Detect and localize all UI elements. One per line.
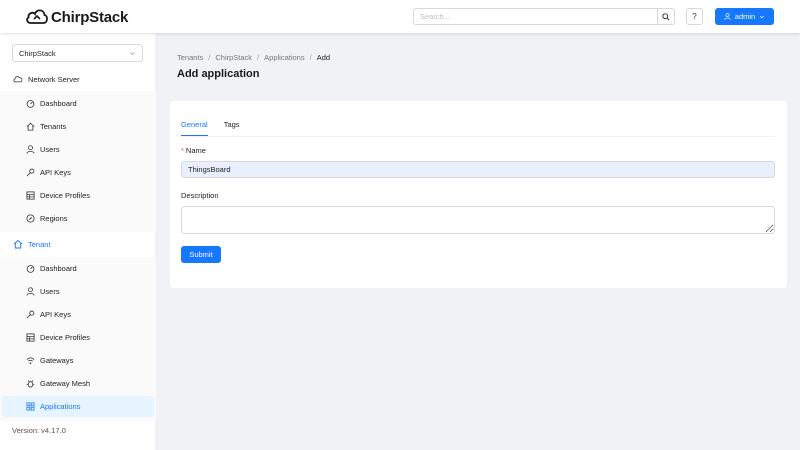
tabs-divider (181, 136, 775, 137)
sidebar-item-ns-dashboard[interactable]: Dashboard (2, 93, 154, 114)
sidebar: ChirpStack Network Server Dashboard Tena… (0, 33, 156, 450)
sidebar-item-label: Applications (40, 402, 81, 411)
sidebar-item-label: Dashboard (40, 99, 77, 108)
sidebar-item-label: Dashboard (40, 264, 77, 273)
name-field[interactable] (181, 161, 775, 178)
menu-group-tenant[interactable]: Tenant (0, 233, 156, 255)
tab-tags[interactable]: Tags (224, 120, 240, 136)
cloud-icon (13, 74, 23, 84)
sidebar-item-tenant-device-profiles[interactable]: Device Profiles (2, 327, 154, 348)
description-field[interactable] (181, 206, 775, 234)
sidebar-item-ns-device-profiles[interactable]: Device Profiles (2, 185, 154, 206)
appstore-icon (26, 402, 35, 411)
breadcrumb: Tenants / ChirpStack / Applications / Ad… (177, 53, 330, 62)
sidebar-item-tenant-gateways[interactable]: Gateways (2, 350, 154, 371)
breadcrumb-tenants[interactable]: Tenants (177, 53, 203, 62)
search-icon (662, 12, 670, 21)
sidebar-item-tenant-gateway-mesh[interactable]: Gateway Mesh (2, 373, 154, 394)
key-icon (26, 310, 35, 319)
table-icon (26, 191, 35, 200)
menu-group-network-server[interactable]: Network Server (0, 68, 156, 90)
sidebar-item-label: API Keys (40, 168, 71, 177)
sidebar-item-tenant-users[interactable]: Users (2, 281, 154, 302)
search-button[interactable] (657, 9, 674, 24)
menu-group-label: Network Server (28, 74, 80, 84)
breadcrumb-chirpstack[interactable]: ChirpStack (215, 53, 252, 62)
top-header: ChirpStack ? admin (0, 0, 800, 33)
sidebar-item-label: Tenants (40, 122, 67, 131)
sidebar-item-label: Device Profiles (40, 333, 91, 342)
sidebar-item-label: Users (40, 145, 60, 154)
dashboard-icon (26, 264, 35, 273)
search-input[interactable] (414, 9, 657, 24)
name-label-text: Name (185, 146, 206, 155)
page-title: Add application (177, 68, 260, 80)
table-icon (26, 333, 35, 342)
chevron-down-icon (760, 15, 765, 18)
sidebar-item-ns-regions[interactable]: Regions (2, 208, 154, 229)
sidebar-item-label: Gateways (40, 356, 74, 365)
user-menu-button[interactable]: admin (715, 8, 774, 25)
key-icon (26, 168, 35, 177)
sidebar-item-label: API Keys (40, 310, 71, 319)
sidebar-item-tenant-dashboard[interactable]: Dashboard (2, 258, 154, 279)
tenant-select[interactable]: ChirpStack (12, 44, 143, 62)
sidebar-item-label: Regions (40, 214, 68, 223)
sidebar-item-tenant-api-keys[interactable]: API Keys (2, 304, 154, 325)
home-icon (13, 239, 23, 249)
sidebar-item-label: Gateway Mesh (40, 379, 91, 388)
compass-icon (26, 214, 35, 223)
sidebar-item-ns-api-keys[interactable]: API Keys (2, 162, 154, 183)
home-icon (26, 122, 35, 131)
wifi-icon (26, 356, 35, 365)
description-label: Description (181, 191, 219, 200)
tab-general[interactable]: General (181, 120, 208, 136)
sidebar-item-ns-users[interactable]: Users (2, 139, 154, 160)
chevron-down-icon (130, 51, 135, 55)
dashboard-icon (26, 99, 35, 108)
user-icon (26, 145, 35, 154)
logo-text: ChirpStack (51, 8, 129, 26)
user-icon (724, 13, 731, 20)
tenant-select-value: ChirpStack (19, 48, 56, 58)
form-card: General Tags *Name Description Submit (170, 101, 787, 288)
breadcrumb-separator: / (309, 53, 312, 62)
sidebar-item-tenant-applications[interactable]: Applications (2, 396, 154, 417)
search-box (413, 8, 675, 25)
submit-button[interactable]: Submit (181, 246, 221, 263)
required-mark: * (181, 146, 184, 155)
sidebar-item-label: Device Profiles (40, 191, 91, 200)
user-name: admin (734, 12, 756, 21)
bug-icon (26, 379, 35, 388)
breadcrumb-separator: / (208, 53, 211, 62)
help-button[interactable]: ? (686, 8, 703, 25)
user-icon (26, 287, 35, 296)
breadcrumb-applications[interactable]: Applications (264, 53, 304, 62)
logo[interactable]: ChirpStack (25, 7, 128, 27)
menu-group-label: Tenant (28, 239, 51, 249)
sidebar-item-label: Users (40, 287, 60, 296)
version-label: Version: v4.17.0 (12, 426, 66, 435)
sidebar-item-ns-tenants[interactable]: Tenants (2, 116, 154, 137)
breadcrumb-add: Add (316, 53, 331, 62)
name-label: * Name (181, 146, 206, 155)
cloud-logo-icon (25, 7, 49, 27)
breadcrumb-separator: / (257, 53, 260, 62)
tab-bar: General Tags (181, 120, 240, 136)
